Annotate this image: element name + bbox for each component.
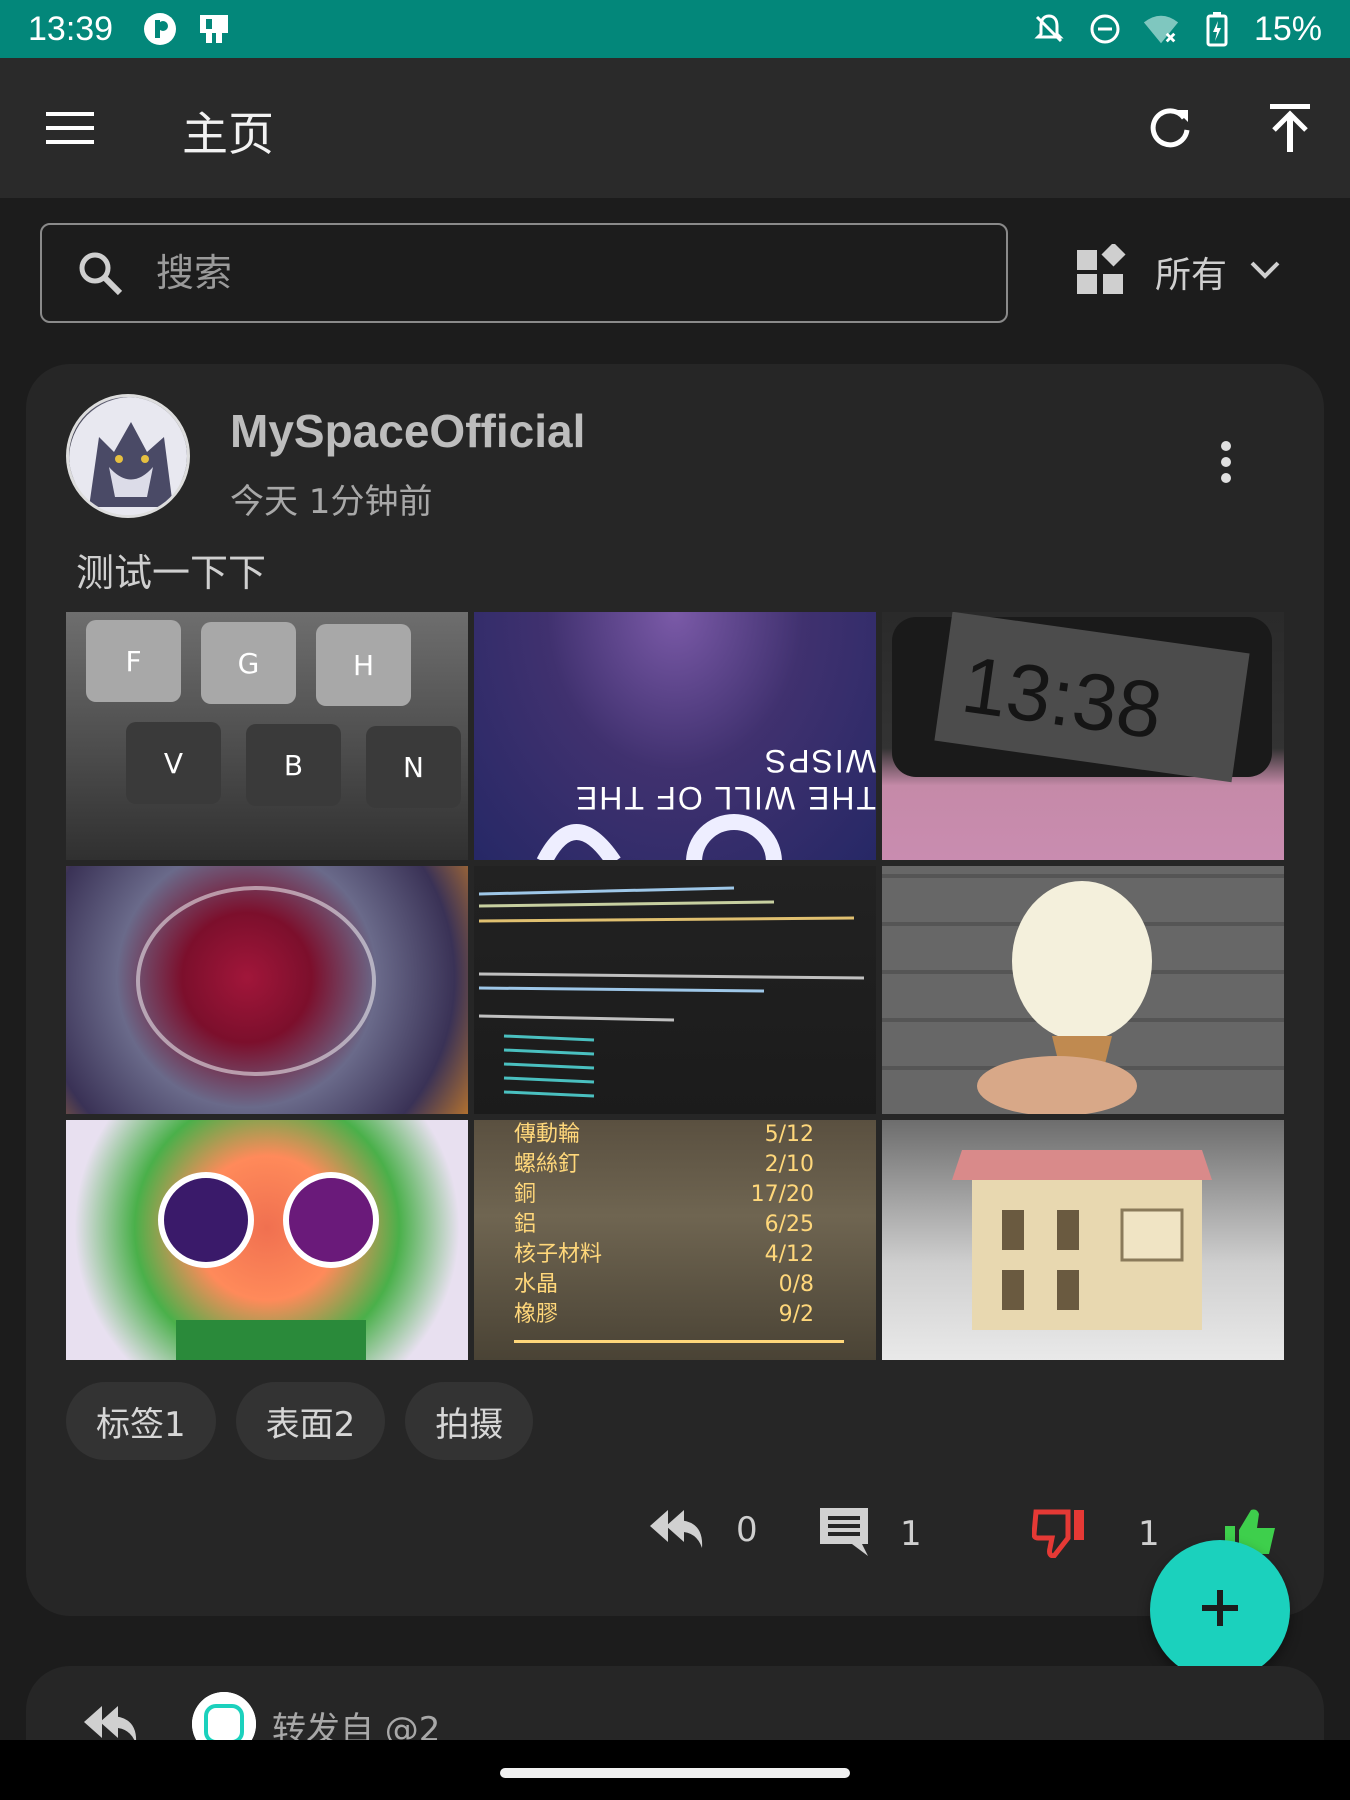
- filter-dropdown[interactable]: 所有: [1075, 240, 1281, 304]
- battery-icon: [1198, 10, 1236, 48]
- inventory-item: 傳動輪: [514, 1122, 581, 1147]
- gesture-handle[interactable]: [500, 1768, 850, 1778]
- photo-dragon-fruit[interactable]: [66, 866, 468, 1114]
- tag-list: 标签1 表面2 拍摄: [66, 1382, 534, 1460]
- comment-icon: [818, 1506, 870, 1562]
- inventory-value: 0/8: [778, 1272, 814, 1297]
- key-f: F: [86, 620, 181, 702]
- inventory-value: 4/12: [764, 1242, 814, 1267]
- tag-chip[interactable]: 表面2: [235, 1382, 386, 1460]
- inventory-item: 橡膠: [514, 1302, 559, 1327]
- post-text: 测试一下下: [76, 551, 267, 595]
- chevron-down-icon: [1249, 260, 1281, 284]
- page-title: 主页: [182, 107, 274, 161]
- thumbs-down-icon: [1031, 1506, 1088, 1562]
- search-box: [40, 223, 1008, 323]
- dnd-icon: [1086, 10, 1124, 48]
- key-h: H: [316, 624, 411, 706]
- notifications-off-icon: [1030, 10, 1068, 48]
- inventory-item: 核子材料: [514, 1242, 603, 1267]
- more-options-icon[interactable]: [1196, 432, 1256, 492]
- add-post-button[interactable]: [1150, 1540, 1290, 1680]
- avatar[interactable]: [66, 394, 190, 518]
- battery-percent: 15%: [1253, 9, 1322, 48]
- inventory-value: 6/25: [764, 1212, 814, 1237]
- app-p-icon: [141, 10, 179, 48]
- photo-code-screen[interactable]: [474, 866, 876, 1114]
- tag-chip[interactable]: 拍摄: [405, 1382, 534, 1460]
- dislike-count: 1: [1138, 1514, 1160, 1554]
- photo-ice-cream[interactable]: [882, 866, 1284, 1114]
- comment-count: 1: [900, 1514, 922, 1554]
- inventory-item: 螺絲釘: [514, 1152, 581, 1177]
- photo-grid: F G H V B N THE WILL OF THE WISPS 13:38: [66, 612, 1286, 1362]
- inventory-value: 17/20: [750, 1182, 814, 1207]
- widgets-icon: [1075, 242, 1127, 300]
- status-bar: 13:39 15%: [0, 0, 1350, 58]
- search-icon: [74, 247, 126, 299]
- key-v: V: [126, 722, 221, 804]
- wifi-icon: [1142, 10, 1180, 48]
- dislike-button[interactable]: 1: [1031, 1506, 1160, 1562]
- comment-button[interactable]: 1: [818, 1506, 922, 1562]
- post-card[interactable]: MySpaceOfficial 今天 1分钟前 测试一下下 F G H V B …: [26, 364, 1324, 1616]
- repost-icon: [646, 1506, 706, 1554]
- post-time: 今天 1分钟前: [230, 482, 433, 522]
- search-input[interactable]: [156, 251, 916, 295]
- inventory-item: 銅: [514, 1182, 537, 1207]
- key-n: N: [366, 726, 461, 808]
- plus-icon: [1200, 1588, 1240, 1632]
- inventory-value: 5/12: [764, 1122, 814, 1147]
- inventory-item: 水晶: [514, 1272, 559, 1297]
- inventory-value: 9/2: [778, 1302, 814, 1327]
- sim-icon: [195, 10, 233, 48]
- repost-count: 0: [736, 1510, 758, 1550]
- tag-chip[interactable]: 标签1: [66, 1382, 216, 1460]
- photo-game-inventory[interactable]: 傳動輪 5/12 螺絲釘 2/10 銅 17/20 鋁 6/25 核子材料 4/12 水晶…: [474, 1120, 876, 1360]
- photo-wisps[interactable]: THE WILL OF THE WISPS: [474, 612, 876, 860]
- app-bar: 主页: [0, 58, 1350, 198]
- repost-button[interactable]: 0: [646, 1506, 758, 1554]
- scroll-top-icon[interactable]: [1260, 98, 1320, 158]
- photo-model-house[interactable]: [882, 1120, 1284, 1360]
- photo-keyboard[interactable]: F G H V B N: [66, 612, 468, 860]
- menu-icon[interactable]: [40, 98, 100, 158]
- refresh-icon[interactable]: [1140, 98, 1200, 158]
- inventory-value: 2/10: [764, 1152, 814, 1177]
- key-b: B: [246, 724, 341, 806]
- key-g: G: [201, 622, 296, 704]
- filter-label: 所有: [1155, 255, 1228, 296]
- photo-clock[interactable]: 13:38: [882, 612, 1284, 860]
- system-nav-bar: [0, 1740, 1350, 1800]
- post-username[interactable]: MySpaceOfficial: [230, 404, 585, 458]
- status-time: 13:39: [28, 9, 114, 48]
- photo-art-avatar[interactable]: [66, 1120, 468, 1360]
- inventory-item: 鋁: [514, 1212, 537, 1237]
